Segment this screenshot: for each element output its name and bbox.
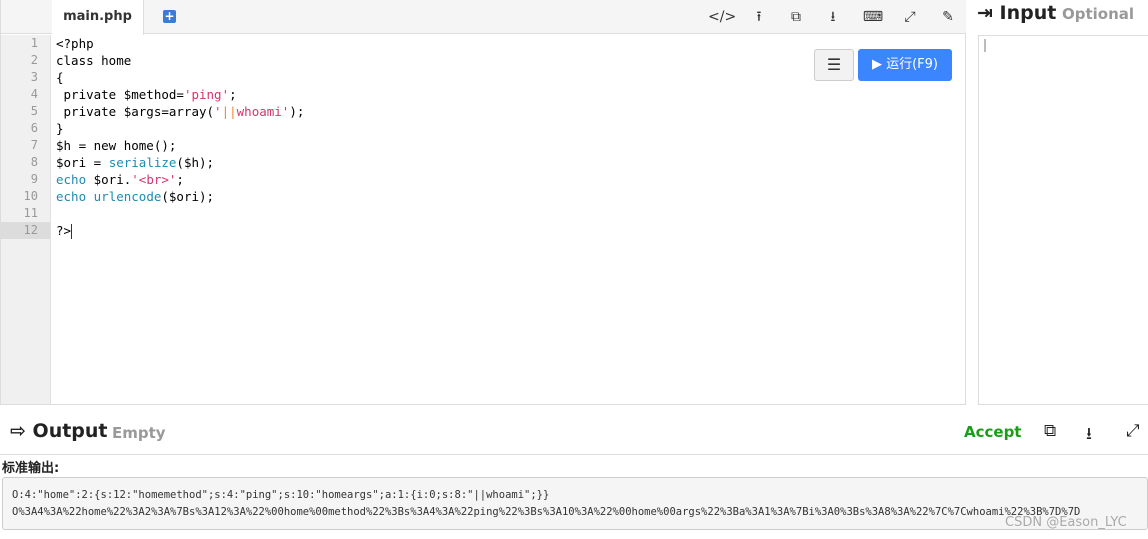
code-line: ?> <box>56 222 304 239</box>
stdout-box: O:4:"home":2:{s:12:"homemethod";s:4:"pin… <box>2 477 1148 530</box>
line-number: 12 <box>1 222 50 239</box>
code-line: } <box>56 120 304 137</box>
upload-icon[interactable]: ⭱ <box>748 7 770 27</box>
run-button[interactable]: ▶ 运行(F9) <box>858 49 952 81</box>
sign-in-icon: ⇥ <box>977 2 993 24</box>
stdout-line: O%3A4%3A%22home%22%3A2%3A%7Bs%3A12%3A%22… <box>12 506 1081 518</box>
list-icon: ☰ <box>826 55 842 74</box>
code-token: $ori. <box>86 172 132 187</box>
stdout-line: O:4:"home":2:{s:12:"homemethod";s:4:"pin… <box>12 489 550 501</box>
line-number: 2 <box>30 53 38 67</box>
add-tab-icon[interactable]: + <box>163 10 176 23</box>
code-line: private $args=array('||whoami'); <box>56 103 305 120</box>
code-token: whoami' <box>236 104 290 119</box>
keyboard-icon[interactable]: ⌨ <box>862 7 884 27</box>
input-textarea[interactable] <box>978 35 1148 405</box>
line-number: 5 <box>30 104 38 118</box>
code-token: } <box>56 121 64 136</box>
code-line: private $method='ping'; <box>56 86 304 103</box>
code-token: <?php <box>56 36 94 51</box>
code-token: 'ping' <box>183 87 230 102</box>
line-number: 1 <box>30 36 38 50</box>
fullscreen-icon[interactable]: ⤢ <box>899 7 921 27</box>
code-token: echo <box>56 172 87 187</box>
code-token: ; <box>176 172 184 187</box>
code-line: $ori = serialize($h); <box>56 154 304 171</box>
line-number: 3 <box>30 70 38 84</box>
code-line: { <box>56 69 304 86</box>
edit-icon[interactable]: ✎ <box>937 7 959 27</box>
code-token: ?> <box>56 223 72 238</box>
code-token: $h = new home(); <box>56 138 177 153</box>
line-number: 9 <box>30 172 38 186</box>
output-title: Output <box>32 420 108 442</box>
menu-button[interactable]: ☰ <box>814 49 854 81</box>
code-token: '<br>' <box>131 172 177 187</box>
tab-main-php[interactable]: main.php <box>52 0 144 35</box>
copy-icon[interactable]: ⧉ <box>785 7 807 27</box>
status-badge: Accept <box>964 423 1022 441</box>
code-line: class home <box>56 52 304 69</box>
code-token: || <box>221 104 237 119</box>
code-icon[interactable]: </> <box>708 7 736 27</box>
watermark: CSDN @Eason_LYC <box>1005 515 1127 530</box>
code-token: private $method= <box>56 87 184 102</box>
code-token: ($h); <box>176 155 215 170</box>
code-token: ); <box>289 104 305 119</box>
stdout-label: 标准输出: <box>2 461 60 476</box>
code-editor-panel: main.php + </> ⭱ ⧉ ⭳ ⌨ ⤢ ✎ 1 2 3 4 5 6 7 8 9 10 11… <box>0 0 966 405</box>
sign-out-icon: ⇨ <box>10 420 26 442</box>
line-number: 7 <box>30 138 38 152</box>
download-icon[interactable]: ⭳ <box>822 7 844 27</box>
code-token: private $args=array( <box>56 104 215 119</box>
input-subtitle: Optional <box>1062 5 1135 23</box>
code-line: echo $ori.'<br>'; <box>56 171 304 188</box>
code-token: { <box>56 70 64 85</box>
line-number: 10 <box>23 189 38 203</box>
divider <box>0 454 1148 455</box>
code-token: echo <box>56 189 87 204</box>
output-subtitle: Empty <box>112 424 166 442</box>
text-cursor <box>71 224 73 239</box>
input-cursor <box>984 39 986 52</box>
tab-bar: main.php + </> ⭱ ⧉ ⭳ ⌨ ⤢ ✎ <box>1 0 966 35</box>
code-token: urlencode <box>93 189 162 204</box>
code-token: serialize <box>108 155 177 170</box>
code-token: ' <box>214 104 222 119</box>
code-token: ($ori); <box>161 189 215 204</box>
line-number: 11 <box>23 206 38 220</box>
copy-icon[interactable]: ⧉ <box>1044 421 1056 441</box>
code-token: class home <box>56 53 132 68</box>
line-number: 6 <box>30 121 38 135</box>
input-header: ⇥ Input <box>977 2 1056 24</box>
fullscreen-icon[interactable]: ⤢ <box>1126 421 1140 441</box>
line-number: 4 <box>30 87 38 101</box>
code-line: $h = new home(); <box>56 137 304 154</box>
line-number: 8 <box>30 155 38 169</box>
download-icon[interactable]: ⭳ <box>1086 421 1092 450</box>
input-title: Input <box>999 2 1057 24</box>
code-area[interactable]: <?php class home { private $method='ping';… <box>56 35 304 239</box>
code-line: <?php <box>56 35 304 52</box>
code-token: $ori = <box>56 155 109 170</box>
output-header: ⇨ Output <box>10 420 108 442</box>
code-token: ; <box>229 87 237 102</box>
line-number-gutter: 1 2 3 4 5 6 7 8 9 10 11 12 <box>1 35 51 404</box>
code-line: echo urlencode($ori); <box>56 188 304 205</box>
